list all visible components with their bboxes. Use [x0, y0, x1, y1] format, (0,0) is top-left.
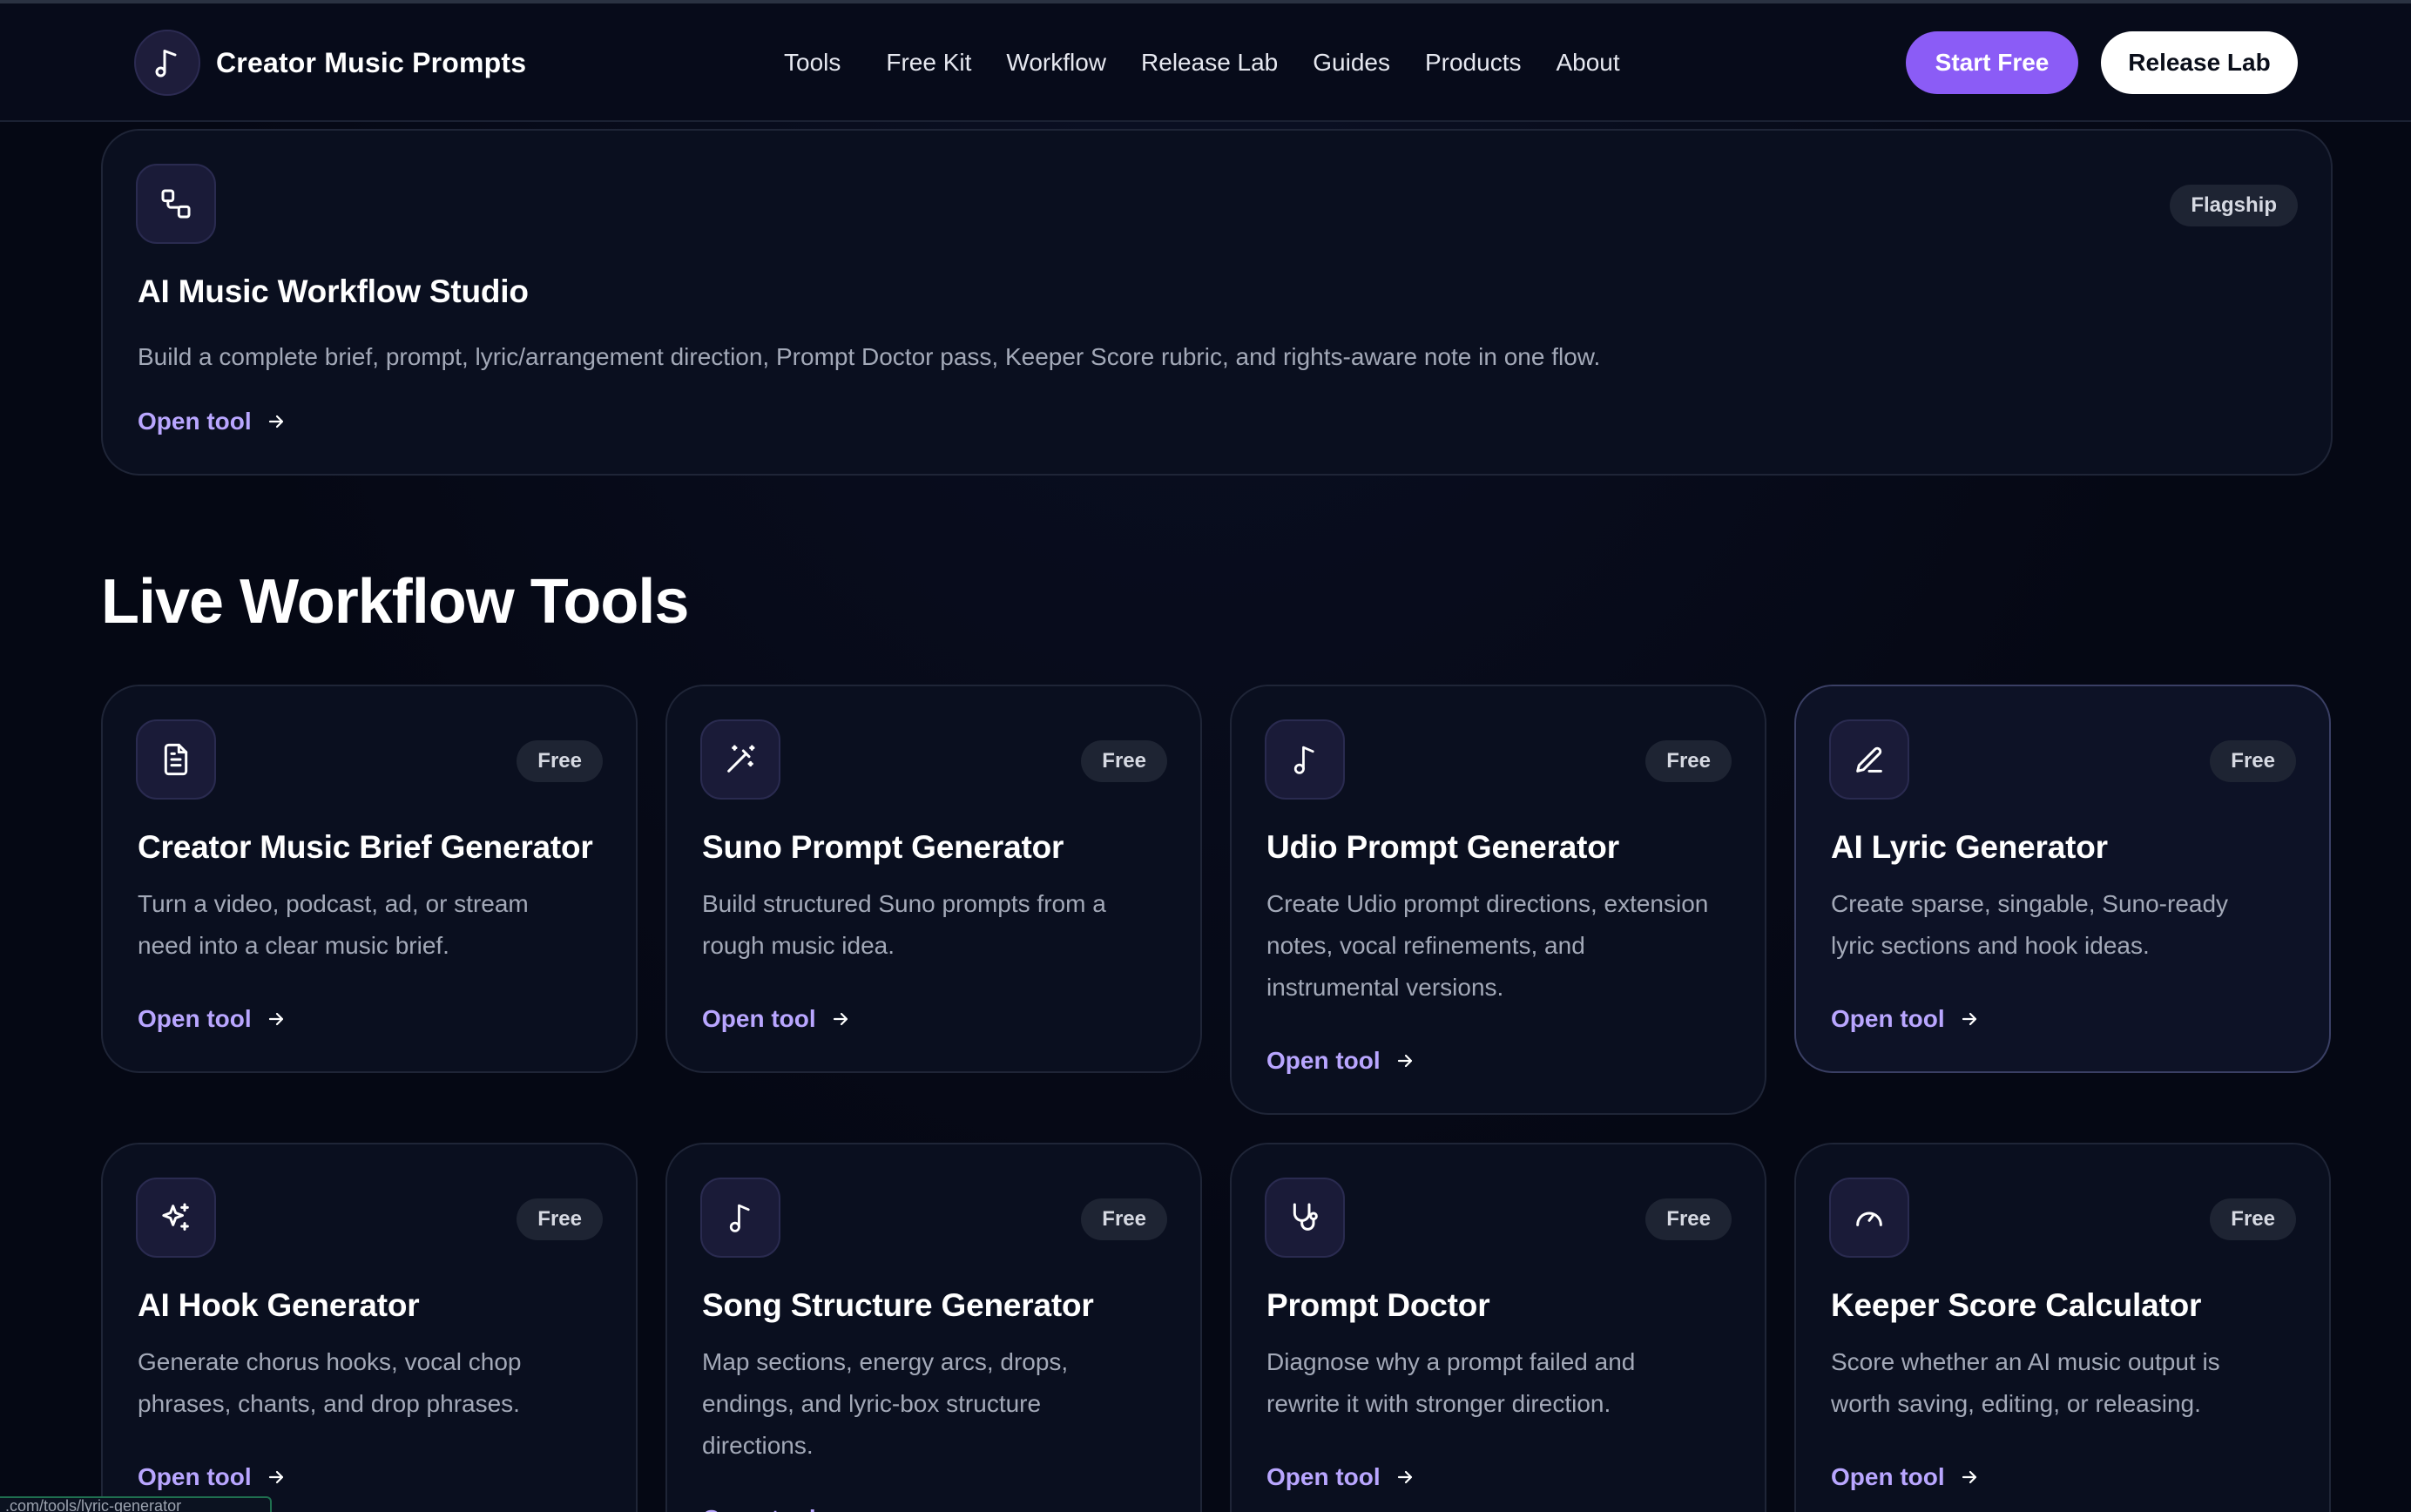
arrow-right-icon	[830, 1009, 851, 1029]
open-tool-link[interactable]: Open tool	[702, 1505, 851, 1512]
free-badge: Free	[2210, 1198, 2296, 1240]
page: Creator Music Prompts Tools Free Kit Wor…	[0, 0, 2411, 1512]
nav-item-about[interactable]: About	[1556, 49, 1619, 77]
open-tool-link[interactable]: Open tool	[138, 1463, 287, 1491]
music-note-icon	[134, 30, 200, 96]
flagship-tool-card[interactable]: Flagship AI Music Workflow Studio Build …	[101, 129, 2333, 476]
start-free-button[interactable]: Start Free	[1906, 31, 2078, 94]
nav-item-tools[interactable]: Tools	[784, 49, 841, 77]
open-tool-link[interactable]: Open tool	[1266, 1047, 1415, 1075]
free-badge: Free	[1645, 1198, 1732, 1240]
open-tool-label: Open tool	[138, 408, 252, 435]
arrow-right-icon	[266, 1009, 287, 1029]
arrow-right-icon	[830, 1509, 851, 1512]
magic-wand-icon	[700, 719, 780, 800]
open-tool-link[interactable]: Open tool	[1831, 1463, 1980, 1491]
flagship-title: AI Music Workflow Studio	[138, 273, 529, 309]
arrow-right-icon	[1959, 1467, 1980, 1488]
status-bar-url: .com/tools/lyric-generator	[0, 1496, 272, 1512]
tool-description: Map sections, energy arcs, drops, endings…	[702, 1348, 1069, 1459]
arrow-right-icon	[266, 411, 287, 432]
site-header: Creator Music Prompts Tools Free Kit Wor…	[0, 3, 2411, 122]
section-title: Live Workflow Tools	[101, 567, 689, 637]
free-badge: Free	[1081, 1198, 1167, 1240]
flagship-description: Build a complete brief, prompt, lyric/ar…	[138, 343, 1601, 370]
tool-card[interactable]: Free Udio Prompt Generator Create Udio p…	[1230, 685, 1766, 1115]
tool-description: Diagnose why a prompt failed and rewrite …	[1266, 1348, 1636, 1417]
arrow-right-icon	[1395, 1050, 1415, 1071]
tool-title: Suno Prompt Generator	[702, 829, 1064, 865]
flagship-badge: Flagship	[2170, 185, 2298, 226]
arrow-right-icon	[1395, 1467, 1415, 1488]
main-nav: Tools Free Kit Workflow Release Lab Guid…	[784, 35, 1655, 91]
tool-description: Build structured Suno prompts from a roug…	[702, 890, 1106, 959]
free-badge: Free	[2210, 740, 2296, 782]
pen-icon	[1829, 719, 1909, 800]
tool-title: Udio Prompt Generator	[1266, 829, 1619, 865]
music-note-icon	[700, 1178, 780, 1258]
tool-description: Create sparse, singable, Suno-ready lyric…	[1831, 890, 2229, 959]
tool-description: Turn a video, podcast, ad, or stream need…	[138, 890, 529, 959]
brand-name: Creator Music Prompts	[216, 46, 527, 78]
gauge-icon	[1829, 1178, 1909, 1258]
tool-title: AI Lyric Generator	[1831, 829, 2108, 865]
open-tool-link[interactable]: Open tool	[138, 1005, 287, 1033]
free-badge: Free	[1645, 740, 1732, 782]
tool-card[interactable]: Free Keeper Score Calculator Score wheth…	[1794, 1143, 2331, 1512]
tool-description: Generate chorus hooks, vocal chop phrases…	[138, 1348, 522, 1417]
tool-card[interactable]: Free AI Hook Generator Generate chorus h…	[101, 1143, 638, 1512]
tool-description: Create Udio prompt directions, extension…	[1266, 890, 1709, 1001]
free-badge: Free	[517, 1198, 603, 1240]
free-badge: Free	[1081, 740, 1167, 782]
document-icon	[136, 719, 216, 800]
tool-card[interactable]: Free Prompt Doctor Diagnose why a prompt…	[1230, 1143, 1766, 1512]
release-lab-button[interactable]: Release Lab	[2101, 31, 2298, 94]
brand-logo[interactable]: Creator Music Prompts	[134, 30, 526, 96]
sparkles-icon	[136, 1178, 216, 1258]
nav-item-free-kit[interactable]: Free Kit	[886, 49, 971, 77]
tool-description: Score whether an AI music output is worth…	[1831, 1348, 2220, 1417]
tool-card[interactable]: Free Creator Music Brief Generator Turn …	[101, 685, 638, 1073]
tool-title: Keeper Score Calculator	[1831, 1287, 2202, 1323]
nav-item-workflow[interactable]: Workflow	[1006, 49, 1106, 77]
tool-title: Creator Music Brief Generator	[138, 829, 593, 865]
workflow-icon	[136, 164, 216, 244]
nav-item-guides[interactable]: Guides	[1313, 49, 1390, 77]
open-tool-link[interactable]: Open tool	[1266, 1463, 1415, 1491]
tool-card[interactable]: Free Song Structure Generator Map sectio…	[665, 1143, 1202, 1512]
open-tool-link[interactable]: Open tool	[702, 1005, 851, 1033]
arrow-right-icon	[1959, 1009, 1980, 1029]
tool-card[interactable]: Free AI Lyric Generator Create sparse, s…	[1794, 685, 2331, 1073]
nav-item-products[interactable]: Products	[1425, 49, 1522, 77]
music-note-icon	[1265, 719, 1345, 800]
open-tool-link[interactable]: Open tool	[138, 408, 287, 435]
tool-title: Song Structure Generator	[702, 1287, 1094, 1323]
free-badge: Free	[517, 740, 603, 782]
stethoscope-icon	[1265, 1178, 1345, 1258]
tool-card[interactable]: Free Suno Prompt Generator Build structu…	[665, 685, 1202, 1073]
arrow-right-icon	[266, 1467, 287, 1488]
nav-item-release-lab[interactable]: Release Lab	[1141, 49, 1278, 77]
tool-title: AI Hook Generator	[138, 1287, 420, 1323]
tool-title: Prompt Doctor	[1266, 1287, 1490, 1323]
open-tool-link[interactable]: Open tool	[1831, 1005, 1980, 1033]
